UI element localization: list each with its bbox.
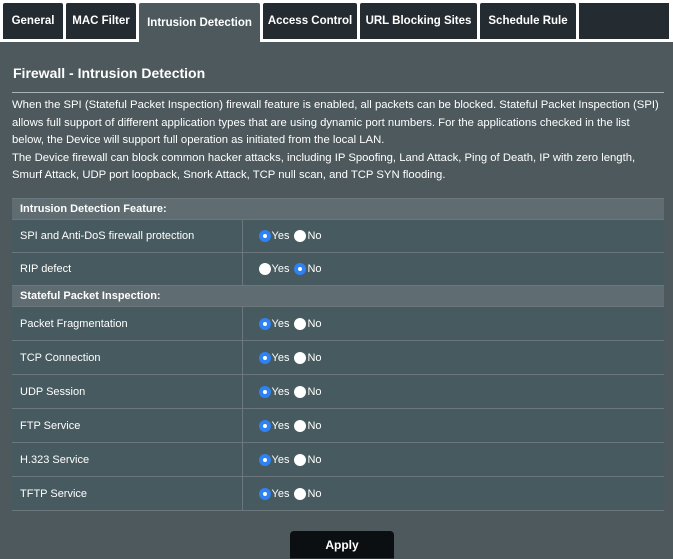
radio-yes[interactable]: Yes	[258, 385, 289, 398]
setting-row-spi-anti-dos: SPI and Anti-DoS firewall protection Yes…	[12, 219, 665, 253]
radio-no[interactable]: No	[294, 317, 322, 330]
settings-table: Intrusion Detection Feature: SPI and Ant…	[12, 198, 664, 511]
radio-selected-icon	[258, 453, 271, 466]
radio-yes[interactable]: Yes	[258, 453, 289, 466]
radio-unselected-icon	[294, 419, 307, 432]
radio-unselected-icon	[294, 453, 307, 466]
setting-row-h323-service: H.323 Service Yes No	[12, 442, 665, 477]
setting-row-tcp-connection: TCP Connection Yes No	[12, 340, 665, 375]
radio-yes[interactable]: Yes	[258, 230, 289, 242]
radio-yes[interactable]: Yes	[258, 419, 289, 432]
radio-no[interactable]: No	[294, 419, 322, 432]
tab-url-blocking-sites[interactable]: URL Blocking Sites	[360, 3, 477, 39]
radio-no[interactable]: No	[294, 230, 322, 242]
setting-radio-cell: Yes No	[242, 219, 665, 253]
setting-row-packet-fragmentation: Packet Fragmentation Yes No	[12, 306, 665, 341]
radio-selected-icon	[294, 263, 307, 275]
radio-unselected-icon	[294, 487, 307, 500]
yes-no-radio-group: Yes No	[258, 263, 665, 275]
tab-intrusion-detection[interactable]: Intrusion Detection	[139, 3, 260, 42]
radio-no[interactable]: No	[294, 385, 322, 398]
page-title: Firewall - Intrusion Detection	[13, 65, 206, 81]
section-header-intrusion: Intrusion Detection Feature:	[12, 198, 664, 220]
description-paragraph-spi: When the SPI (Stateful Packet Inspection…	[12, 99, 659, 146]
setting-label: FTP Service	[12, 408, 243, 443]
yes-no-radio-group: Yes No	[258, 230, 665, 242]
title-divider	[12, 92, 664, 93]
yes-no-radio-group: Yes No	[258, 419, 665, 432]
radio-unselected-icon	[294, 351, 307, 364]
radio-unselected-icon	[258, 263, 271, 275]
setting-label: H.323 Service	[12, 442, 243, 477]
radio-no[interactable]: No	[294, 263, 322, 275]
radio-selected-icon	[258, 419, 271, 432]
description-paragraph-attacks: The Device firewall can block common hac…	[12, 151, 636, 182]
radio-no[interactable]: No	[294, 453, 322, 466]
section-header-spi: Stateful Packet Inspection:	[12, 285, 664, 307]
section-heading: Intrusion Detection Feature:	[12, 198, 664, 220]
setting-label: UDP Session	[12, 374, 243, 409]
radio-selected-icon	[258, 230, 271, 242]
tab-general[interactable]: General	[3, 3, 63, 39]
firewall-page: General MAC Filter Intrusion Detection A…	[0, 0, 673, 559]
setting-radio-cell: Yes No	[242, 476, 665, 511]
radio-unselected-icon	[294, 385, 307, 398]
section-heading: Stateful Packet Inspection:	[12, 285, 664, 307]
page-description: When the SPI (Stateful Packet Inspection…	[12, 97, 664, 185]
radio-yes[interactable]: Yes	[258, 487, 289, 500]
radio-yes[interactable]: Yes	[258, 317, 289, 330]
setting-radio-cell: Yes No	[242, 442, 665, 477]
yes-no-radio-group: Yes No	[258, 317, 665, 330]
yes-no-radio-group: Yes No	[258, 487, 665, 500]
radio-selected-icon	[258, 351, 271, 364]
radio-yes[interactable]: Yes	[258, 263, 289, 275]
yes-no-radio-group: Yes No	[258, 351, 665, 364]
setting-radio-cell: Yes No	[242, 340, 665, 375]
setting-radio-cell: Yes No	[242, 374, 665, 409]
setting-row-ftp-service: FTP Service Yes No	[12, 408, 665, 443]
setting-row-udp-session: UDP Session Yes No	[12, 374, 665, 409]
setting-radio-cell: Yes No	[242, 252, 665, 286]
radio-no[interactable]: No	[294, 487, 322, 500]
setting-label: RIP defect	[12, 252, 243, 286]
yes-no-radio-group: Yes No	[258, 385, 665, 398]
radio-selected-icon	[258, 487, 271, 500]
setting-row-rip-defect: RIP defect Yes No	[12, 252, 665, 286]
setting-label: SPI and Anti-DoS firewall protection	[12, 219, 243, 253]
radio-unselected-icon	[294, 317, 307, 330]
setting-label: TFTP Service	[12, 476, 243, 511]
tab-mac-filter[interactable]: MAC Filter	[66, 3, 136, 39]
setting-label: Packet Fragmentation	[12, 306, 243, 341]
setting-radio-cell: Yes No	[242, 408, 665, 443]
tab-access-control[interactable]: Access Control	[263, 3, 357, 39]
yes-no-radio-group: Yes No	[258, 453, 665, 466]
tab-bar-filler	[579, 3, 669, 39]
radio-unselected-icon	[294, 230, 307, 242]
radio-selected-icon	[258, 385, 271, 398]
tab-schedule-rule[interactable]: Schedule Rule	[480, 3, 576, 39]
tab-bar: General MAC Filter Intrusion Detection A…	[0, 0, 673, 42]
setting-label: TCP Connection	[12, 340, 243, 375]
radio-no[interactable]: No	[294, 351, 322, 364]
radio-yes[interactable]: Yes	[258, 351, 289, 364]
apply-button[interactable]: Apply	[290, 531, 394, 559]
radio-selected-icon	[258, 317, 271, 330]
setting-row-tftp-service: TFTP Service Yes No	[12, 476, 665, 511]
setting-radio-cell: Yes No	[242, 306, 665, 341]
main-panel: Firewall - Intrusion Detection When the …	[0, 42, 673, 559]
